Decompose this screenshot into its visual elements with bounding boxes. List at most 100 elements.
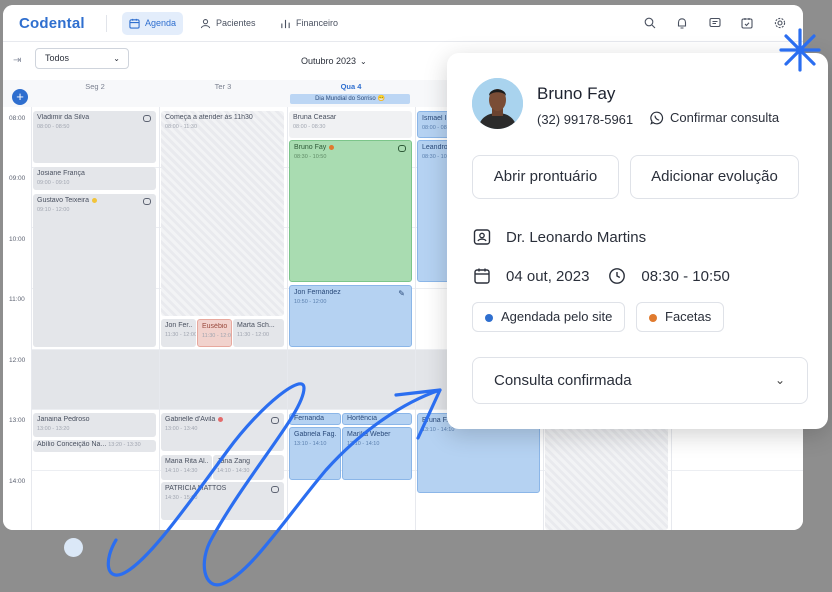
appointment-card[interactable]: Fernanda bbox=[289, 413, 341, 425]
appointment-card[interactable]: PATRICIA MATTOS 14:30 - 15:00 bbox=[161, 482, 284, 520]
unavailable-block bbox=[545, 413, 668, 530]
chat-icon bbox=[271, 417, 279, 424]
appointment-title: Maria Rita Al... bbox=[165, 458, 208, 465]
hour-label: 11:00 bbox=[9, 296, 25, 303]
appointment-time: 14:30 - 15:00 bbox=[165, 495, 198, 501]
patient-name: Bruno Fay bbox=[537, 84, 616, 103]
open-record-button[interactable]: Abrir prontuário bbox=[472, 155, 619, 199]
search-icon[interactable] bbox=[644, 17, 656, 29]
appointment-card[interactable]: Maria Rita Al... 14:10 - 14:30 bbox=[161, 455, 212, 480]
nav-pacientes-label: Pacientes bbox=[216, 18, 256, 28]
appointment-time: 11:30 - 12:00 bbox=[165, 332, 196, 338]
chevron-down-icon: ⌄ bbox=[774, 373, 785, 387]
add-appointment-button[interactable]: + bbox=[12, 89, 28, 105]
column-divider bbox=[415, 107, 416, 530]
appointment-card[interactable]: Josiane França 09:00 - 09:10 bbox=[33, 167, 156, 190]
appointment-title: Marília Weber bbox=[347, 431, 391, 438]
appointment-time: 13:00 - 13:20 bbox=[37, 426, 70, 432]
appointment-time: 14:10 - 14:30 bbox=[165, 468, 198, 474]
appointment-detail-popover: Bruno Fay (32) 99178-5961 Confirmar cons… bbox=[447, 53, 828, 429]
appointment-card[interactable]: Janaina Pedroso 13:00 - 13:20 bbox=[33, 413, 156, 437]
appointment-card[interactable]: Gustavo Teixeira 09:10 - 12:00 bbox=[33, 194, 156, 347]
chevron-down-icon: ⌄ bbox=[360, 57, 367, 66]
nav-pacientes[interactable]: Pacientes bbox=[193, 12, 263, 35]
appointment-date: 04 out, 2023 bbox=[506, 267, 590, 285]
appointment-status-value: Consulta confirmada bbox=[494, 372, 632, 389]
nav-financeiro[interactable]: Financeiro bbox=[273, 12, 345, 35]
appointment-title-text: Bruno Fay bbox=[294, 144, 327, 151]
day-header-tue[interactable]: Ter 3 bbox=[159, 82, 287, 91]
appointment-title: Fernanda bbox=[294, 415, 324, 422]
appointment-card[interactable]: Jon Fernández 10:50 - 12:00 ✎ bbox=[289, 285, 412, 347]
appointment-card[interactable]: Jon Fer... 11:30 - 12:00 bbox=[161, 319, 196, 347]
collapse-sidebar-icon[interactable]: ⇥ bbox=[13, 55, 21, 66]
nav-agenda-label: Agenda bbox=[145, 18, 177, 28]
tag-dot bbox=[485, 314, 493, 322]
appointment-card[interactable]: Gabrielle d'Avila 13:00 - 13:40 bbox=[161, 413, 284, 451]
bar-chart-icon bbox=[281, 19, 290, 29]
holiday-banner: Dia Mundial do Sorriso 😁 bbox=[290, 94, 410, 104]
appointment-card[interactable]: Hortência bbox=[342, 413, 412, 425]
gear-icon[interactable] bbox=[774, 17, 786, 29]
hour-label: 14:00 bbox=[9, 478, 26, 485]
appointment-card[interactable]: Marília Weber 13:10 - 14:10 bbox=[342, 427, 412, 480]
appointment-time: 11:30 - 12:00 bbox=[202, 333, 232, 339]
appointment-time: 13:20 - 13:30 bbox=[108, 442, 141, 448]
datetime-row: 04 out, 2023 08:30 - 10:50 bbox=[472, 266, 730, 286]
appointment-card-selected[interactable]: Bruno Fay 08:30 - 10:50 bbox=[289, 140, 412, 282]
appointment-card[interactable]: Jana Zang 14:10 - 14:30 bbox=[213, 455, 284, 480]
professional-filter-select[interactable]: Todos ⌄ bbox=[35, 48, 129, 69]
calendar-check-icon[interactable] bbox=[741, 17, 753, 29]
appointment-card[interactable]: Eusébio 11:30 - 12:00 bbox=[197, 319, 232, 347]
chat-icon[interactable] bbox=[709, 17, 721, 29]
bell-icon[interactable] bbox=[676, 17, 688, 29]
month-label: Outubro 2023 bbox=[301, 56, 357, 66]
patient-phone[interactable]: (32) 99178-5961 bbox=[537, 112, 633, 127]
appointment-title: Bruna Ceasar bbox=[293, 114, 337, 121]
tag-dot bbox=[649, 314, 657, 322]
tag-procedure[interactable]: Facetas bbox=[636, 302, 725, 332]
hour-label: 12:00 bbox=[9, 357, 26, 364]
add-evolution-button[interactable]: Adicionar evolução bbox=[630, 155, 799, 199]
day-header-mon[interactable]: Seg 2 bbox=[31, 82, 159, 91]
month-selector[interactable]: Outubro 2023 ⌄ bbox=[301, 56, 367, 66]
appointment-title: Gustavo Teixeira bbox=[37, 197, 152, 204]
calendar-icon bbox=[129, 18, 140, 29]
divider bbox=[106, 15, 107, 32]
appointment-title-text: Gabrielle d'Avila bbox=[165, 416, 216, 423]
appointment-card[interactable]: Marta Sch... 11:30 - 12:00 bbox=[233, 319, 284, 347]
column-divider bbox=[159, 107, 160, 530]
tag-label: Facetas bbox=[665, 309, 712, 324]
appointment-card[interactable]: Abílio Conceição Na... 13:20 - 13:30 bbox=[33, 440, 156, 452]
appointment-title: Eusébio bbox=[202, 323, 227, 330]
hour-label: 09:00 bbox=[9, 175, 26, 182]
whatsapp-icon bbox=[650, 111, 664, 125]
appointment-time-range: 08:30 - 10:50 bbox=[641, 267, 730, 285]
appointment-card[interactable]: Bruna Ceasar 08:00 - 08:30 bbox=[289, 111, 412, 138]
appointment-title-text: Abílio Conceição Na... bbox=[37, 441, 107, 448]
appointment-time: 09:00 - 09:10 bbox=[37, 180, 70, 186]
patient-avatar[interactable] bbox=[472, 78, 523, 129]
appointment-title: Jana Zang bbox=[217, 458, 251, 465]
doctor-badge-icon bbox=[473, 229, 491, 245]
user-icon bbox=[200, 19, 211, 29]
unavailable-title: Começa a atender às 11h30 bbox=[165, 114, 253, 121]
appointment-card[interactable]: Vladimir da Silva 08:00 - 08:50 bbox=[33, 111, 156, 163]
appointment-title: Vladimir da Silva bbox=[37, 114, 90, 121]
column-divider bbox=[31, 107, 32, 530]
appointment-status-select[interactable]: Consulta confirmada ⌄ bbox=[472, 357, 808, 404]
appointment-time: 08:00 - 08:30 bbox=[293, 124, 326, 130]
day-header-wed[interactable]: Qua 4 bbox=[287, 82, 415, 91]
confirm-appointment-link[interactable]: Confirmar consulta bbox=[650, 110, 779, 125]
chat-icon bbox=[271, 486, 279, 493]
unavailable-block[interactable]: Começa a atender às 11h30 08:00 - 11:30 bbox=[161, 111, 284, 316]
appointment-time: 13:10 - 14:10 bbox=[347, 441, 380, 447]
nav-agenda[interactable]: Agenda bbox=[122, 12, 184, 35]
clock-icon bbox=[609, 268, 626, 284]
appointment-card[interactable]: Gabriela Fag... 13:10 - 14:10 bbox=[289, 427, 341, 480]
hour-label: 10:00 bbox=[9, 236, 26, 243]
app-logo[interactable]: Codental bbox=[19, 15, 85, 32]
tag-scheduled-online[interactable]: Agendada pelo site bbox=[472, 302, 626, 332]
top-navigation: Codental Agenda Pacientes Financeiro bbox=[3, 5, 803, 42]
chat-icon bbox=[143, 115, 151, 122]
